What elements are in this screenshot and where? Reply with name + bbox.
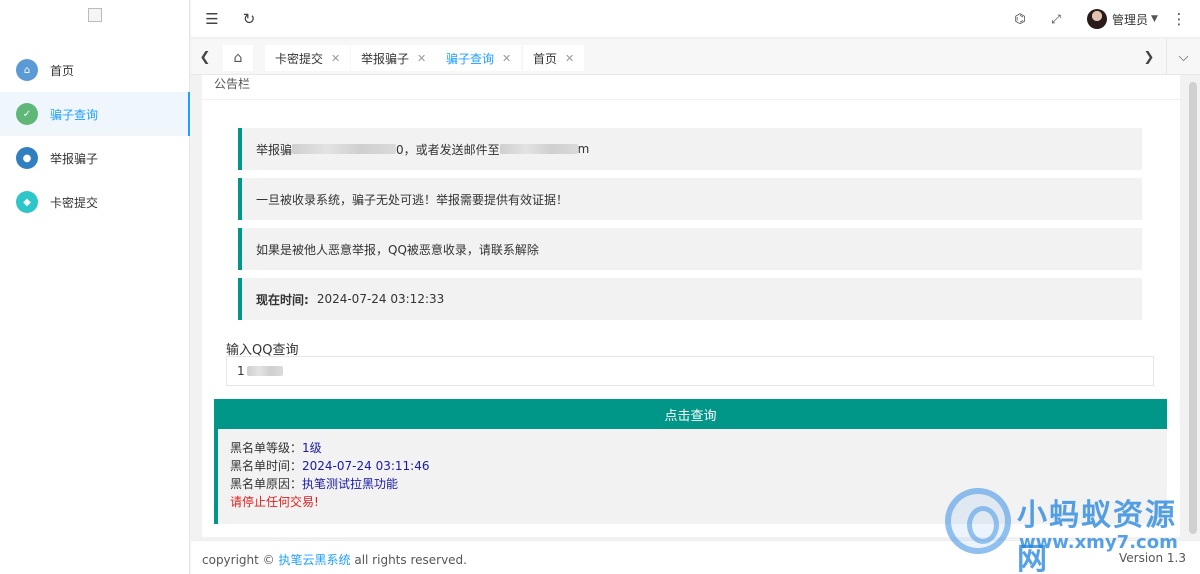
refresh-icon: ↻ [242, 10, 256, 28]
logo-broken-image-icon [88, 8, 102, 22]
main-card: 公告栏 举报骗 0，或者发送邮件至 m 一旦被收录系统，骗子无处可逃！举报需要提… [202, 75, 1180, 537]
sidebar-item-label: 举报骗子 [50, 151, 99, 166]
indent-icon: ☰ [205, 10, 219, 28]
tab-label: 卡密提交 [275, 51, 324, 66]
tabs-bar: ❮ ⌂ 卡密提交 ✕ 举报骗子 ✕ 骗子查询 ✕ 首页 ✕ ❯ ⌵ [191, 39, 1200, 75]
redacted-blur [246, 366, 283, 376]
scrollbar[interactable] [1189, 82, 1197, 534]
close-icon[interactable]: ✕ [417, 52, 426, 65]
result-label: 黑名单原因： [230, 477, 303, 491]
time-value: 2024-07-24 03:12:33 [316, 292, 445, 306]
close-icon[interactable]: ✕ [331, 52, 340, 65]
home-icon: ⌂ [16, 59, 38, 81]
notice-line-time: 现在时间: 2024-07-24 03:12:33 [238, 278, 1142, 320]
qq-input-value: 1 [237, 364, 245, 378]
qq-input[interactable]: 1 [226, 356, 1154, 386]
tabs-scroll-right-button[interactable]: ❯ [1135, 39, 1163, 75]
fullscreen-button[interactable]: ⤢ [1045, 0, 1067, 38]
sidebar-item-label: 卡密提交 [50, 195, 99, 210]
chevron-down-icon: ⌵ [1178, 49, 1189, 65]
redacted-blur [292, 144, 397, 154]
version: Version 1.3 [1118, 551, 1186, 565]
result-value: 2024-07-24 03:11:46 [302, 459, 430, 473]
copyright-suffix: all rights reserved. [354, 553, 467, 567]
notice-text: 一旦被收录系统，骗子无处可逃！举报需要提供有效证据！ [256, 192, 569, 207]
query-result: 黑名单等级：1级 黑名单时间：2024-07-24 03:11:46 黑名单原因… [214, 429, 1167, 524]
menu-collapse-button[interactable]: ☰ [201, 0, 223, 38]
more-vertical-icon: ⋮ [1171, 10, 1187, 28]
time-label: 现在时间: [256, 292, 309, 307]
tag-button[interactable]: ⌬ [1009, 0, 1031, 38]
result-value: 1级 [302, 441, 322, 455]
sidebar: ⌂ 首页 ✓ 骗子查询 ● 举报骗子 ◆ 卡密提交 [0, 0, 190, 574]
tabs-scroll-left-button[interactable]: ❮ [191, 39, 219, 75]
tab-home-icon-tab[interactable]: ⌂ [223, 45, 253, 71]
tab-label: 骗子查询 [446, 51, 495, 66]
close-icon[interactable]: ✕ [565, 52, 574, 65]
tag-icon: ⌬ [1014, 11, 1026, 27]
avatar [1087, 9, 1107, 29]
notice-line-contact: 如果是被他人恶意举报，QQ被恶意收录，请联系解除 [238, 228, 1142, 270]
sidebar-item-report-scammer[interactable]: ● 举报骗子 [0, 136, 190, 180]
divider [202, 99, 1180, 100]
result-label: 黑名单等级： [230, 441, 303, 455]
tab-card-submit[interactable]: 卡密提交 ✕ [265, 45, 351, 71]
footer: copyright © 执笔云黑系统 all rights reserved. … [191, 540, 1200, 574]
copyright-prefix: copyright © [202, 553, 275, 567]
notice-text: m [577, 142, 590, 156]
tab-label: 举报骗子 [361, 51, 410, 66]
sidebar-item-home[interactable]: ⌂ 首页 [0, 48, 190, 92]
chevron-right-icon: ❯ [1143, 49, 1155, 65]
tabs-dropdown-button[interactable]: ⌵ [1166, 39, 1200, 75]
result-reason: 黑名单原因：执笔测试拉黑功能 [230, 475, 1167, 493]
close-icon[interactable]: ✕ [502, 52, 511, 65]
cube-icon: ◆ [16, 191, 38, 213]
tab-scammer-query[interactable]: 骗子查询 ✕ [436, 45, 522, 71]
notice-line-warning: 一旦被收录系统，骗子无处可逃！举报需要提供有效证据！ [238, 178, 1142, 220]
result-level: 黑名单等级：1级 [230, 439, 1167, 457]
copyright-link[interactable]: 执笔云黑系统 [279, 553, 351, 567]
shield-check-icon: ✓ [16, 103, 38, 125]
user-menu[interactable]: 管理员 ▼ [1087, 0, 1158, 38]
tab-report-scammer[interactable]: 举报骗子 ✕ [351, 45, 437, 71]
notice-title: 公告栏 [214, 77, 251, 91]
more-button[interactable]: ⋮ [1169, 0, 1189, 38]
sidebar-item-label: 首页 [50, 63, 75, 78]
report-icon: ● [16, 147, 38, 169]
sidebar-item-scammer-query[interactable]: ✓ 骗子查询 [0, 92, 190, 136]
user-name: 管理员 [1112, 12, 1149, 27]
home-outline-icon: ⌂ [233, 50, 243, 66]
tab-home[interactable]: 首页 ✕ [523, 45, 585, 71]
notice-line-report: 举报骗 0，或者发送邮件至 m [238, 128, 1142, 170]
copyright: copyright © 执笔云黑系统 all rights reserved. [202, 551, 467, 568]
chevron-left-icon: ❮ [199, 49, 211, 65]
refresh-button[interactable]: ↻ [238, 0, 260, 38]
notice-text: 举报骗 [256, 142, 293, 157]
result-warning: 请停止任何交易! [230, 495, 319, 509]
tab-label: 首页 [533, 51, 558, 66]
result-value: 执笔测试拉黑功能 [302, 477, 399, 491]
sidebar-nav: ⌂ 首页 ✓ 骗子查询 ● 举报骗子 ◆ 卡密提交 [0, 48, 190, 224]
result-time: 黑名单时间：2024-07-24 03:11:46 [230, 457, 1167, 475]
caret-down-icon: ▼ [1151, 14, 1158, 24]
sidebar-item-card-submit[interactable]: ◆ 卡密提交 [0, 180, 190, 224]
result-label: 黑名单时间： [230, 459, 303, 473]
notice-text: 0，或者发送邮件至 [396, 142, 500, 157]
top-header: ☰ ↻ ⌬ ⤢ 管理员 ▼ ⋮ [191, 0, 1200, 38]
sidebar-item-label: 骗子查询 [50, 107, 99, 122]
query-button[interactable]: 点击查询 [214, 399, 1167, 429]
notice-text: 如果是被他人恶意举报，QQ被恶意收录，请联系解除 [256, 242, 539, 257]
redacted-blur [499, 144, 578, 154]
fullscreen-icon: ⤢ [1051, 11, 1061, 26]
